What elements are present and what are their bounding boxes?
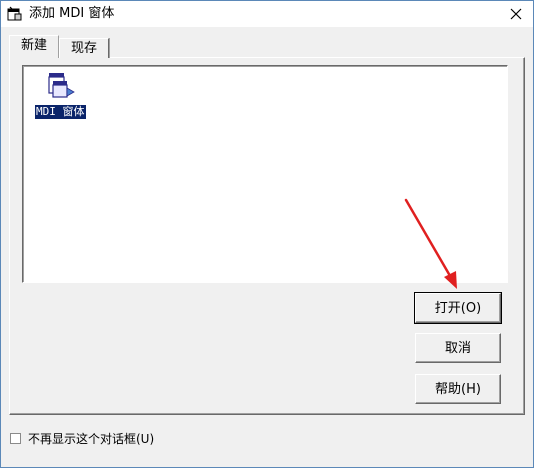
close-button[interactable] [503, 3, 529, 25]
cancel-button[interactable]: 取消 [415, 333, 501, 363]
close-icon [510, 8, 522, 20]
form-template-list[interactable]: MDI 窗体 [22, 65, 508, 283]
tab-existing[interactable]: 现存 [59, 38, 109, 58]
dialog-window: 添加 MDI 窗体 现存 新建 MDI 窗体 打开(O) 取消 帮助(H) 不再… [0, 0, 534, 468]
open-button[interactable]: 打开(O) [414, 292, 502, 324]
dont-show-again-label: 不再显示这个对话框(U) [28, 432, 155, 446]
dont-show-again-checkbox[interactable] [10, 433, 21, 444]
dialog-client: 现存 新建 MDI 窗体 打开(O) 取消 帮助(H) 不再显示这个对话框(U) [1, 27, 533, 467]
list-item[interactable]: MDI 窗体 [34, 72, 91, 124]
title-bar[interactable]: 添加 MDI 窗体 [1, 1, 533, 27]
window-title: 添加 MDI 窗体 [29, 6, 115, 21]
help-button[interactable]: 帮助(H) [415, 374, 501, 404]
list-item-label: MDI 窗体 [34, 104, 87, 120]
app-icon [7, 6, 23, 22]
tab-new[interactable]: 新建 [9, 35, 59, 58]
mdi-form-icon [47, 72, 77, 102]
